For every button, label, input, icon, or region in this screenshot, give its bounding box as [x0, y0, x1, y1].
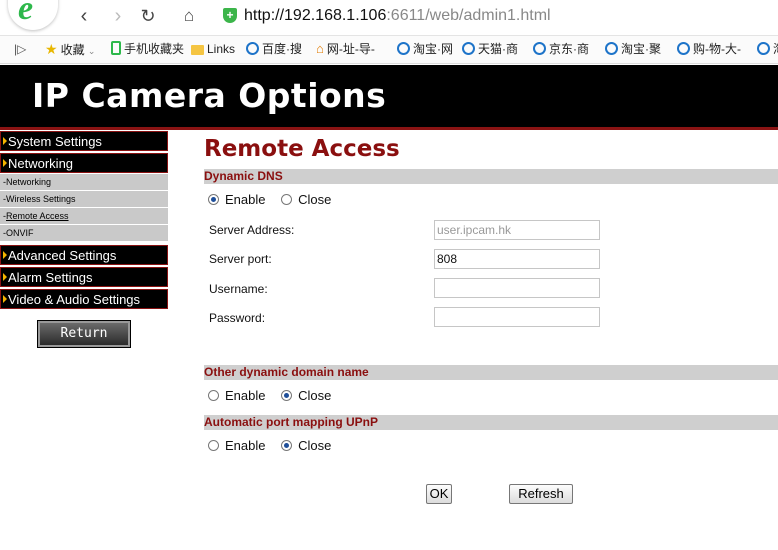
browser-toolbar: e ‹ › ↻ ⌂ + http://192.168.1.106:6611/we… — [0, 0, 778, 33]
networking-submenu: -Networking -Wireless Settings -Remote A… — [0, 174, 168, 242]
upnp-enable-radio[interactable] — [208, 440, 219, 451]
bookmark-mobile[interactable]: 手机收藏夹 — [111, 41, 184, 57]
other-ddns-radio-group: Enable Close — [208, 388, 343, 404]
ie-icon — [462, 42, 475, 55]
folder-icon — [191, 45, 204, 55]
main-content: Remote Access Dynamic DNS Enable Close S… — [204, 134, 778, 504]
triangle-icon — [3, 295, 7, 303]
password-label: Password: — [209, 311, 266, 325]
triangle-icon — [3, 159, 7, 167]
page-title: Remote Access — [204, 136, 400, 162]
ie-icon — [757, 42, 770, 55]
bookmark-tao[interactable]: 淘 — [757, 41, 778, 57]
browser-logo: e — [8, 0, 58, 30]
bookmark-tmall[interactable]: 天猫·商 — [462, 41, 518, 57]
section-header-dynamic-dns: Dynamic DNS — [204, 169, 778, 184]
ok-button[interactable]: OK — [426, 484, 452, 504]
menu-video-audio-settings[interactable]: Video & Audio Settings — [0, 289, 168, 309]
reload-icon[interactable]: ↻ — [137, 5, 159, 27]
bookmark-jd[interactable]: 京东·商 — [533, 41, 589, 57]
security-shield-icon: + — [223, 8, 237, 23]
other-ddns-close-radio[interactable] — [281, 390, 293, 401]
bookmark-hao[interactable]: ⌂ 网-址-导- — [316, 41, 375, 57]
home-icon[interactable]: ⌂ — [178, 5, 200, 27]
ddns-close-radio[interactable] — [281, 194, 293, 205]
bookmark-links[interactable]: Links — [191, 41, 235, 57]
address-bar[interactable]: + http://192.168.1.106:6611/web/admin1.h… — [216, 3, 776, 29]
url-text: http://192.168.1.106:6611/web/admin1.htm… — [244, 7, 551, 24]
menu-system-settings[interactable]: System Settings — [0, 131, 168, 151]
menu-networking[interactable]: Networking — [0, 153, 168, 173]
password-input[interactable] — [434, 307, 600, 327]
server-address-input[interactable] — [434, 220, 600, 240]
server-port-input[interactable] — [434, 249, 600, 269]
house-icon: ⌂ — [316, 41, 324, 56]
triangle-icon — [3, 137, 7, 145]
bookmark-shopping[interactable]: 购-物-大- — [677, 41, 741, 57]
triangle-icon — [3, 251, 7, 259]
return-button[interactable]: Return — [37, 320, 131, 348]
bookmark-baidu[interactable]: 百度·搜 — [246, 41, 302, 57]
server-port-label: Server port: — [209, 252, 272, 266]
page-banner: IP Camera Options — [0, 65, 778, 130]
back-icon[interactable]: ‹ — [73, 5, 95, 27]
bookmark-taobao[interactable]: 淘宝·网 — [397, 41, 453, 57]
star-icon: ★ — [45, 41, 58, 57]
username-label: Username: — [209, 282, 268, 296]
section-header-other-ddns: Other dynamic domain name — [204, 365, 778, 380]
menu-alarm-settings[interactable]: Alarm Settings — [0, 267, 168, 287]
bookmarks-bar: |▷ ★ 收藏 ⌄ 手机收藏夹 Links 百度·搜 ⌂ 网-址-导- 淘宝·网 天… — [0, 35, 778, 64]
ie-icon — [397, 42, 410, 55]
refresh-button[interactable]: Refresh — [509, 484, 573, 504]
username-input[interactable] — [434, 278, 600, 298]
phone-icon — [111, 41, 121, 55]
submenu-remote-access[interactable]: -Remote Access — [0, 208, 168, 225]
bookmark-juhuasuan[interactable]: 淘宝·聚 — [605, 41, 661, 57]
submenu-onvif[interactable]: -ONVIF — [0, 225, 168, 242]
page-banner-title: IP Camera Options — [32, 76, 387, 115]
upnp-close-radio[interactable] — [281, 440, 293, 451]
ddns-enable-radio[interactable] — [208, 194, 219, 205]
ie-icon — [246, 42, 259, 55]
section-header-upnp: Automatic port mapping UPnP — [204, 415, 778, 430]
sidebar-toggle-icon[interactable]: |▷ — [14, 41, 26, 57]
upnp-radio-group: Enable Close — [208, 438, 343, 454]
triangle-icon — [3, 273, 7, 281]
ddns-radio-group: Enable Close — [208, 192, 343, 208]
ie-icon — [605, 42, 618, 55]
server-address-label: Server Address: — [209, 223, 295, 237]
other-ddns-enable-radio[interactable] — [208, 390, 219, 401]
ie-icon — [677, 42, 690, 55]
bookmark-favorites[interactable]: ★ 收藏 ⌄ — [45, 41, 95, 57]
menu-advanced-settings[interactable]: Advanced Settings — [0, 245, 168, 265]
forward-icon[interactable]: › — [107, 5, 129, 27]
submenu-networking[interactable]: -Networking — [0, 174, 168, 191]
submenu-wireless-settings[interactable]: -Wireless Settings — [0, 191, 168, 208]
sidebar-menu: System Settings Networking -Networking -… — [0, 131, 168, 348]
ie-icon — [533, 42, 546, 55]
